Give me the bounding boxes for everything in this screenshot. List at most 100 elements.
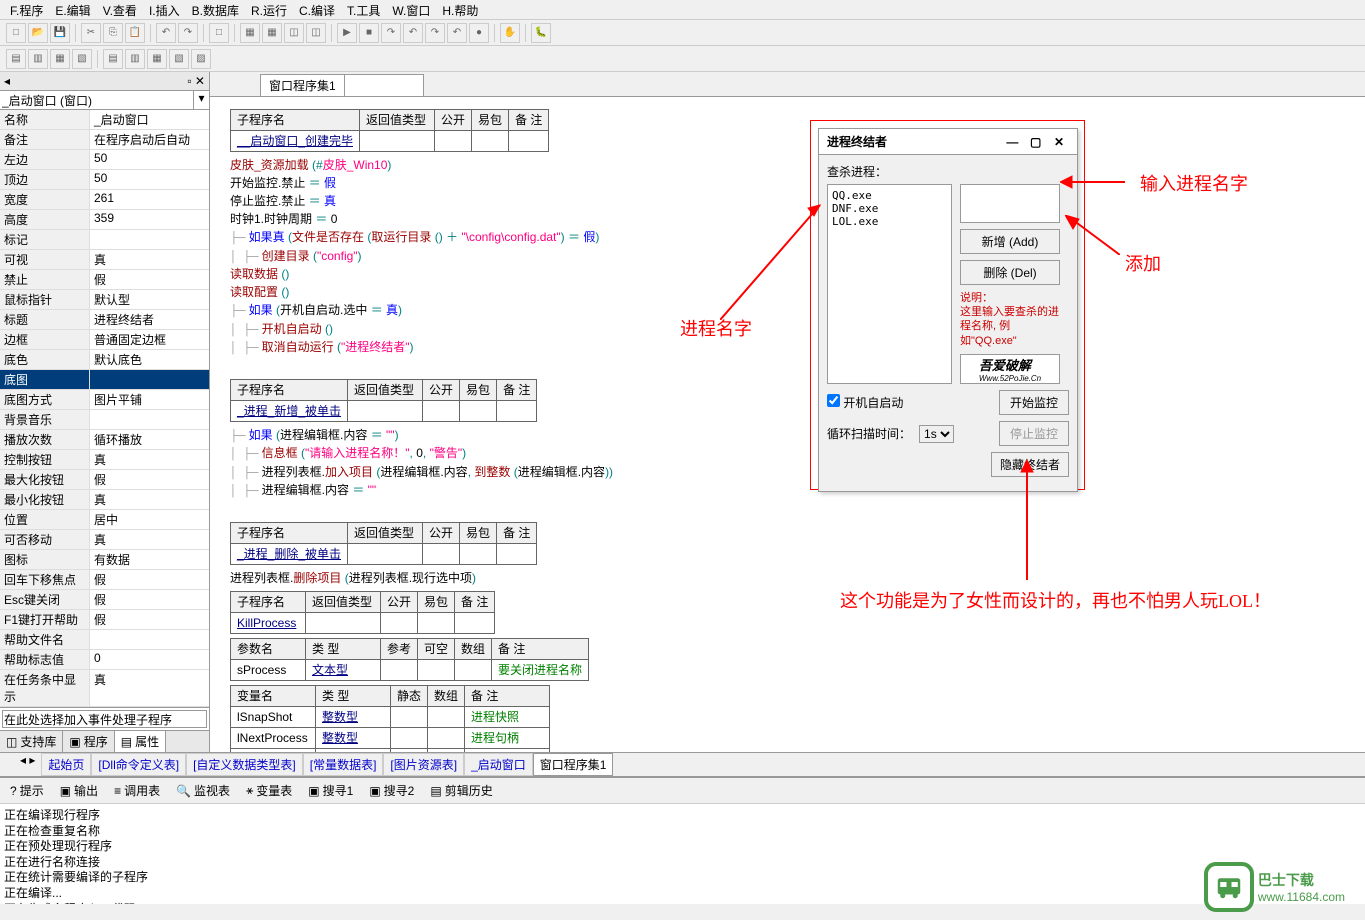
menu-item[interactable]: H.帮助 <box>438 2 482 17</box>
property-row[interactable]: 位置居中 <box>0 510 209 530</box>
menu-item[interactable]: E.编辑 <box>51 2 94 17</box>
bottom-tab[interactable]: [常量数据表] <box>303 753 384 776</box>
property-row[interactable]: 左边50 <box>0 150 209 170</box>
stop-icon[interactable]: ■ <box>359 23 379 43</box>
scan-interval-select[interactable]: 1s <box>919 425 954 443</box>
cut-icon[interactable]: ✂ <box>81 23 101 43</box>
align-icon[interactable]: ▥ <box>28 49 48 69</box>
close-icon[interactable]: ✕ <box>1049 135 1069 149</box>
property-row[interactable]: F1键打开帮助假 <box>0 610 209 630</box>
property-row[interactable]: 鼠标指针默认型 <box>0 290 209 310</box>
tab-support-lib[interactable]: ◫ 支持库 <box>0 731 63 752</box>
property-row[interactable]: 顶边50 <box>0 170 209 190</box>
tool-icon[interactable]: ◫ <box>306 23 326 43</box>
property-row[interactable]: 标记 <box>0 230 209 250</box>
property-row[interactable]: 底色默认底色 <box>0 350 209 370</box>
menu-item[interactable]: W.窗口 <box>388 2 434 17</box>
step-icon[interactable]: ↶ <box>403 23 423 43</box>
property-row[interactable]: 帮助文件名 <box>0 630 209 650</box>
paste-icon[interactable]: 📋 <box>125 23 145 43</box>
align-icon[interactable]: ▦ <box>50 49 70 69</box>
property-row[interactable]: 播放次数循环播放 <box>0 430 209 450</box>
property-row[interactable]: 可视真 <box>0 250 209 270</box>
property-row[interactable]: 在任务条中显示真 <box>0 670 209 707</box>
menu-item[interactable]: F.程序 <box>6 2 47 17</box>
panel-close-icon[interactable]: ▫ ✕ <box>187 74 205 88</box>
maximize-icon[interactable]: ▢ <box>1026 135 1046 149</box>
out-tab[interactable]: 🔍 监视表 <box>172 780 234 801</box>
property-row[interactable]: 底图 <box>0 370 209 390</box>
property-row[interactable]: 边框普通固定边框 <box>0 330 209 350</box>
tool-icon[interactable]: ◫ <box>284 23 304 43</box>
undo-icon[interactable]: ↶ <box>156 23 176 43</box>
tool-icon[interactable]: ▦ <box>262 23 282 43</box>
object-selector[interactable] <box>0 91 193 109</box>
bottom-tab[interactable]: [Dll命令定义表] <box>91 753 186 776</box>
property-row[interactable]: 帮助标志值0 <box>0 650 209 670</box>
process-listbox[interactable]: QQ.exe DNF.exe LOL.exe <box>827 184 952 384</box>
step-icon[interactable]: ↷ <box>381 23 401 43</box>
bottom-tab[interactable]: [自定义数据类型表] <box>186 753 303 776</box>
step-icon[interactable]: ↷ <box>425 23 445 43</box>
code-tab[interactable]: 窗口程序集1 <box>260 74 345 96</box>
out-tab[interactable]: ▣ 输出 <box>56 780 102 801</box>
code-tab-empty[interactable] <box>344 74 424 96</box>
menu-item[interactable]: I.插入 <box>145 2 184 17</box>
menu-item[interactable]: B.数据库 <box>188 2 243 17</box>
property-row[interactable]: 控制按钮真 <box>0 450 209 470</box>
start-monitor-button[interactable]: 开始监控 <box>999 390 1069 415</box>
copy-icon[interactable]: ⎘ <box>103 23 123 43</box>
find-icon[interactable]: □ <box>209 23 229 43</box>
minimize-icon[interactable]: — <box>1002 135 1022 149</box>
menu-item[interactable]: V.查看 <box>99 2 141 17</box>
menu-item[interactable]: C.编译 <box>295 2 339 17</box>
out-tab[interactable]: ▤ 剪辑历史 <box>426 780 496 801</box>
event-selector[interactable] <box>2 710 207 728</box>
align-icon[interactable]: ▥ <box>125 49 145 69</box>
open-icon[interactable]: 📂 <box>28 23 48 43</box>
bottom-tab-active[interactable]: 窗口程序集1 <box>533 753 614 776</box>
align-icon[interactable]: ▦ <box>147 49 167 69</box>
menu-item[interactable]: T.工具 <box>343 2 384 17</box>
property-row[interactable]: 最大化按钮假 <box>0 470 209 490</box>
tab-program[interactable]: ▣ 程序 <box>63 731 114 752</box>
align-icon[interactable]: ▨ <box>191 49 211 69</box>
align-icon[interactable]: ▧ <box>169 49 189 69</box>
bottom-tab[interactable]: [图片资源表] <box>383 753 464 776</box>
property-row[interactable]: 底图方式图片平铺 <box>0 390 209 410</box>
align-icon[interactable]: ▧ <box>72 49 92 69</box>
property-row[interactable]: 最小化按钮真 <box>0 490 209 510</box>
chevron-down-icon[interactable]: ▾ <box>193 91 209 109</box>
align-icon[interactable]: ▤ <box>6 49 26 69</box>
property-row[interactable]: 背景音乐 <box>0 410 209 430</box>
property-row[interactable]: 名称_启动窗口 <box>0 110 209 130</box>
property-row[interactable]: Esc键关闭假 <box>0 590 209 610</box>
property-row[interactable]: 图标有数据 <box>0 550 209 570</box>
property-row[interactable]: 高度359 <box>0 210 209 230</box>
add-button[interactable]: 新增 (Add) <box>960 229 1060 254</box>
bottom-tab[interactable]: 起始页 <box>41 753 91 776</box>
autostart-checkbox[interactable]: 开机自启动 <box>827 394 903 411</box>
save-icon[interactable]: 💾 <box>50 23 70 43</box>
property-row[interactable]: 可否移动真 <box>0 530 209 550</box>
tab-properties[interactable]: ▤ 属性 <box>115 731 166 752</box>
run-icon[interactable]: ▶ <box>337 23 357 43</box>
bug-icon[interactable]: 🐛 <box>531 23 551 43</box>
process-input[interactable] <box>960 184 1060 223</box>
menu-item[interactable]: R.运行 <box>247 2 291 17</box>
step-icon[interactable]: ↶ <box>447 23 467 43</box>
property-row[interactable]: 禁止假 <box>0 270 209 290</box>
new-icon[interactable]: □ <box>6 23 26 43</box>
stop-monitor-button[interactable]: 停止监控 <box>999 421 1069 446</box>
out-tab[interactable]: ▣ 搜寻1 <box>304 780 357 801</box>
break-icon[interactable]: ● <box>469 23 489 43</box>
out-tab[interactable]: ⚹ 变量表 <box>242 780 296 801</box>
out-tab[interactable]: ▣ 搜寻2 <box>365 780 418 801</box>
tool-icon[interactable]: ▦ <box>240 23 260 43</box>
out-tab[interactable]: ? 提示 <box>6 780 48 801</box>
property-row[interactable]: 备注在程序启动后自动 <box>0 130 209 150</box>
align-icon[interactable]: ▤ <box>103 49 123 69</box>
hand-icon[interactable]: ✋ <box>500 23 520 43</box>
property-row[interactable]: 回车下移焦点假 <box>0 570 209 590</box>
redo-icon[interactable]: ↷ <box>178 23 198 43</box>
